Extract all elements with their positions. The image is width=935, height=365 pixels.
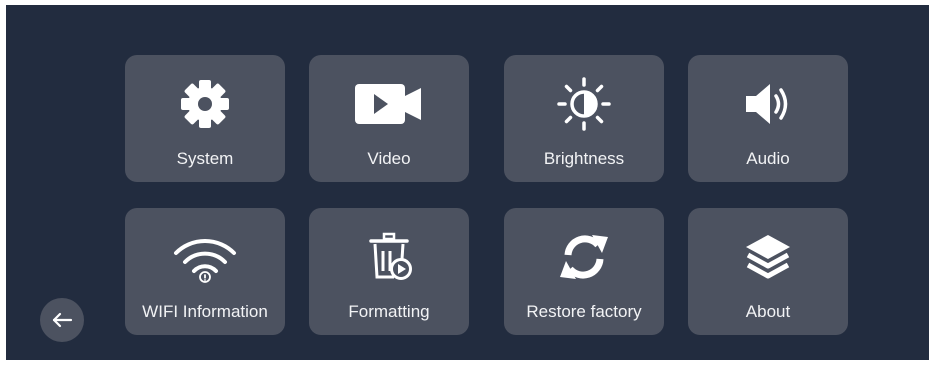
back-button[interactable] — [40, 298, 84, 342]
gear-icon — [125, 77, 285, 131]
trash-format-icon — [309, 230, 469, 284]
system-button[interactable]: System — [125, 55, 285, 182]
formatting-button[interactable]: Formatting — [309, 208, 469, 335]
about-button[interactable]: About — [688, 208, 848, 335]
audio-button[interactable]: Audio — [688, 55, 848, 182]
audio-label: Audio — [746, 149, 790, 168]
video-label: Video — [367, 149, 411, 168]
brightness-icon — [504, 77, 664, 131]
brightness-button[interactable]: Brightness — [504, 55, 664, 182]
settings-screen: System Video Brightness Audio WIFI Infor… — [6, 5, 929, 360]
wifi-information-button[interactable]: WIFI Information — [125, 208, 285, 335]
wifi-information-label: WIFI Information — [142, 302, 268, 321]
formatting-label: Formatting — [348, 302, 430, 321]
restore-factory-label: Restore factory — [526, 302, 642, 321]
speaker-icon — [688, 77, 848, 131]
brightness-label: Brightness — [543, 149, 625, 168]
video-camera-icon — [309, 77, 469, 131]
refresh-icon — [504, 230, 664, 284]
layers-icon — [688, 230, 848, 284]
restore-factory-button[interactable]: Restore factory — [504, 208, 664, 335]
system-label: System — [176, 149, 234, 168]
wifi-info-icon — [125, 230, 285, 284]
video-button[interactable]: Video — [309, 55, 469, 182]
arrow-left-icon — [52, 312, 73, 328]
about-label: About — [745, 302, 791, 321]
